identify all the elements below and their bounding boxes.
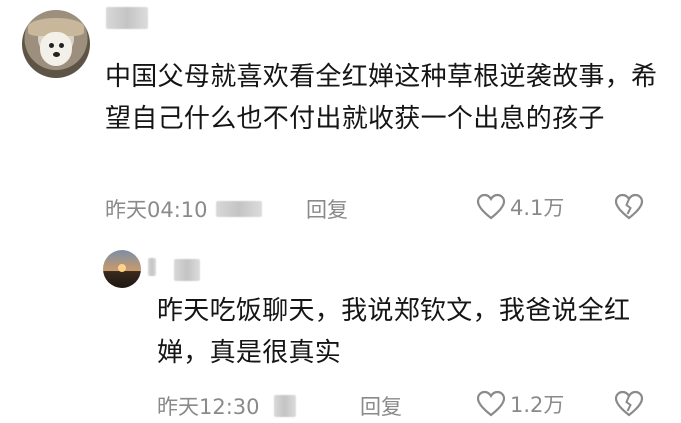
commenter-avatar[interactable] [22,10,90,78]
reply-reply-button[interactable]: 回复 [360,391,402,421]
reply-avatar[interactable] [103,250,141,288]
avatar-eye-right [59,43,64,48]
heart-outline-icon [476,193,506,220]
avatar-dog-face [40,32,72,66]
reply-location-redacted [273,395,296,417]
comment-text: 中国父母就喜欢看全红婵这种草根逆袭故事，希望自己什么也不付出就收获一个出息的孩子 [105,62,658,134]
reply-text: 昨天吃饭聊天，我说郑钦文，我爸说全红婵，真是很真实 [157,296,631,368]
comment-like-button[interactable]: 4.1万 [476,192,564,222]
heart-outline-icon [476,390,506,417]
reply-timestamp: 昨天12:30 [157,395,260,419]
location-redacted [215,201,262,217]
avatar-sunset-sun [118,264,126,272]
comment-reply-button[interactable]: 回复 [306,194,348,224]
comment-like-count: 4.1万 [510,196,565,220]
comment-dislike-button[interactable] [614,193,644,225]
reply-like-button[interactable]: 1.2万 [476,389,564,419]
reply-name-redacted[interactable] [174,259,200,281]
commenter-name-redacted[interactable] [106,7,148,29]
reply-meta: 昨天12:30 [157,391,296,421]
reply-name-redacted-small[interactable] [148,258,156,276]
broken-heart-icon [614,193,644,220]
avatar-eye-left [49,43,54,48]
reply-dislike-button[interactable] [614,390,644,422]
reply-like-count: 1.2万 [510,393,565,417]
comment-timestamp: 昨天04:10 [105,198,208,222]
avatar-nose [53,52,60,57]
comment-meta: 昨天04:10 [105,194,262,224]
broken-heart-icon [614,390,644,417]
